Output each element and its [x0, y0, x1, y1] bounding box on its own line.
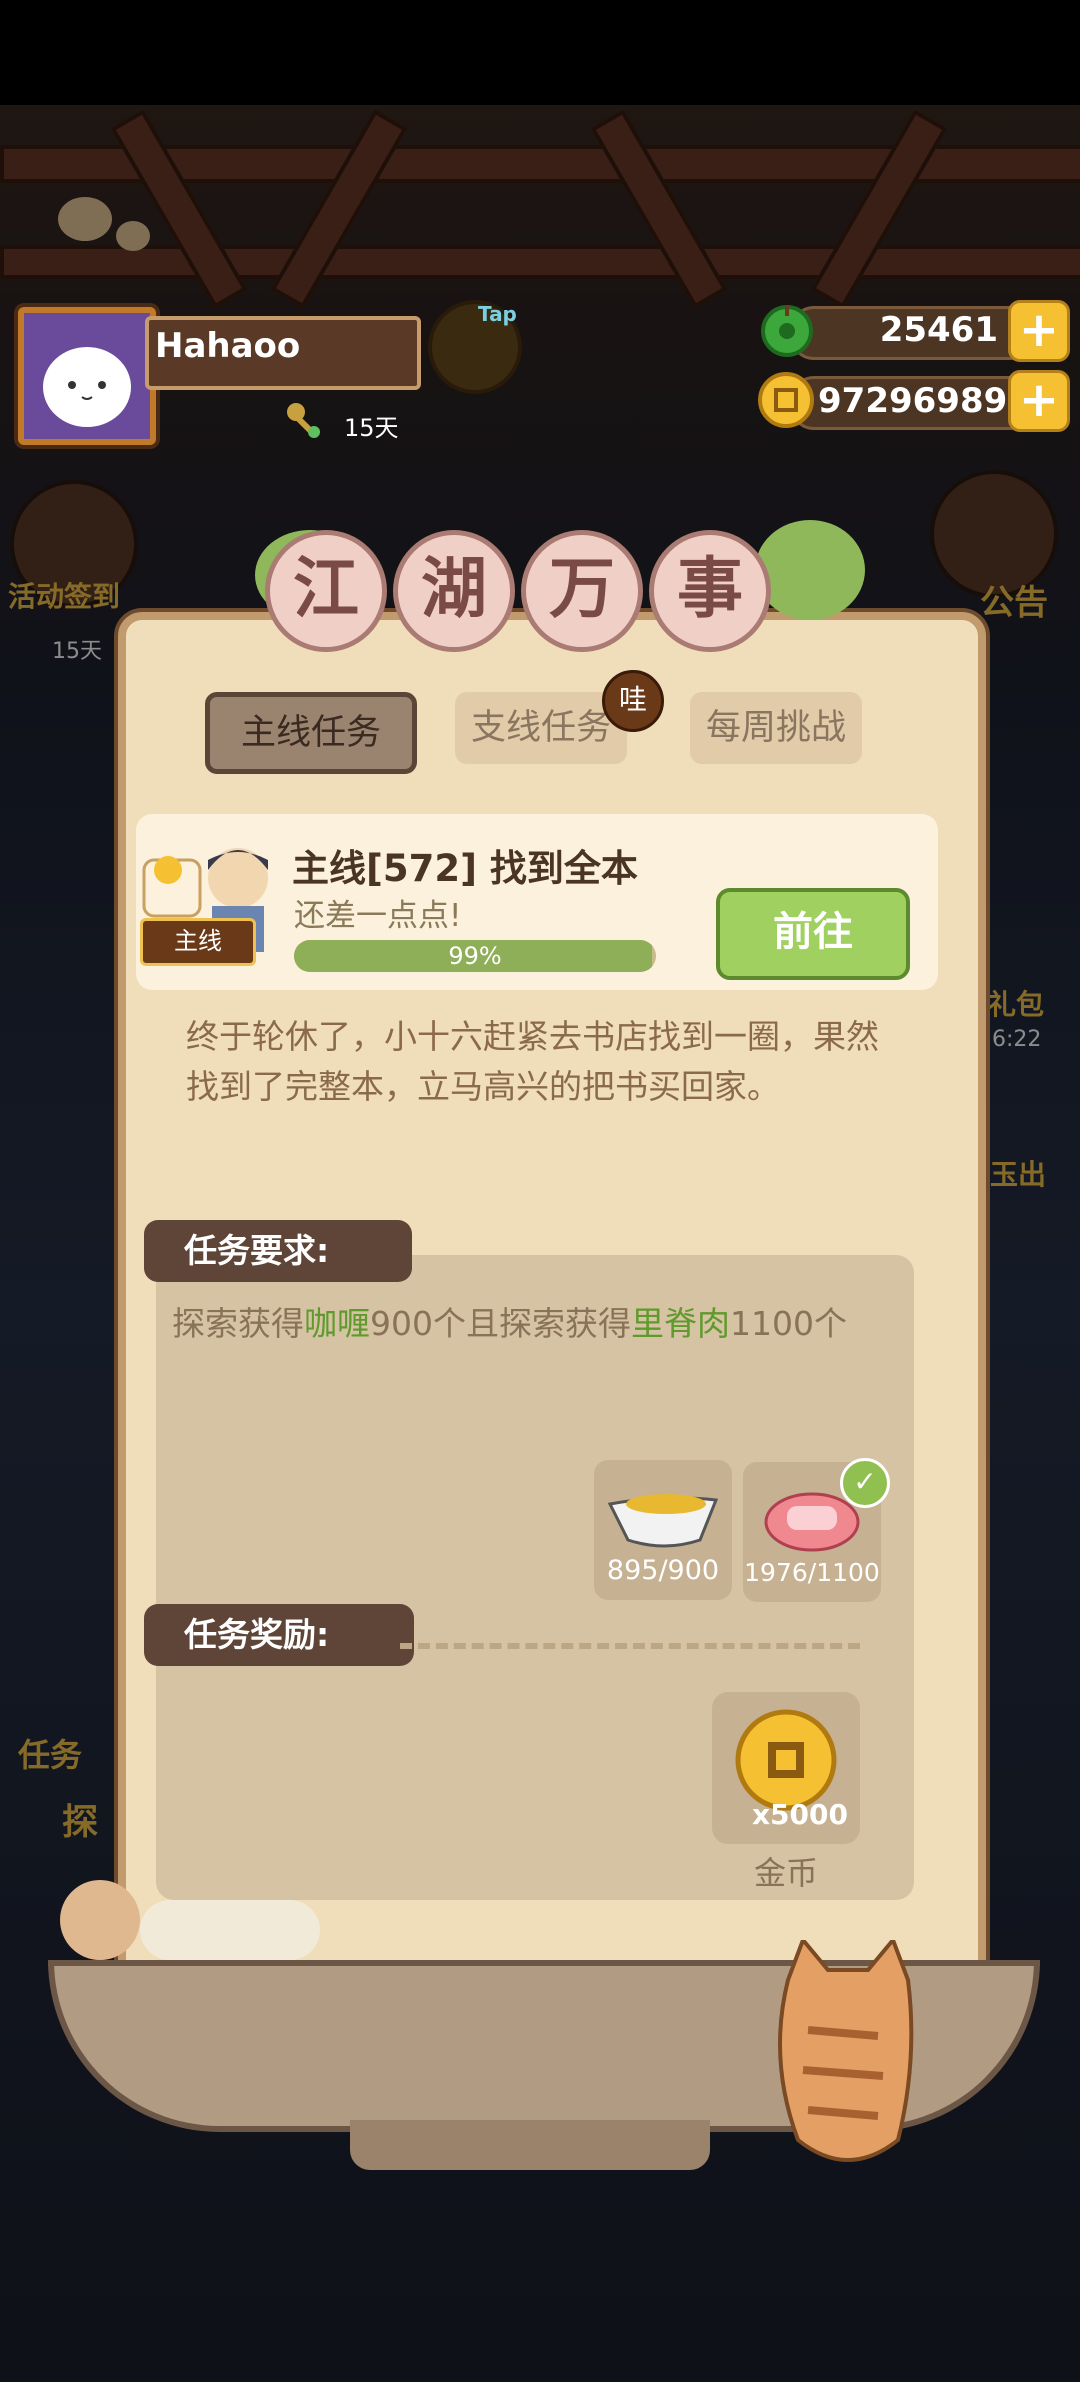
add-jade-button[interactable]: + — [1008, 300, 1070, 362]
jade-count: 25461 — [879, 310, 998, 350]
food-decoration — [60, 1880, 140, 1960]
cat-decoration — [748, 1936, 938, 2180]
player-name: Hahaoo — [155, 326, 301, 366]
jade-icon — [758, 300, 816, 358]
req-text-part: 1100个 — [730, 1304, 847, 1343]
bowl-base — [350, 2120, 710, 2170]
title-char: 湖 — [393, 530, 515, 652]
player-avatar[interactable] — [18, 307, 156, 445]
coin-count: 97296989 — [818, 381, 1008, 421]
vegetable-decoration — [755, 520, 865, 620]
add-coin-button[interactable]: + — [1008, 370, 1070, 432]
title-char: 江 — [265, 530, 387, 652]
req-text-part: 900个且探索获得 — [370, 1304, 631, 1343]
requirements-text: 探索获得咖喱900个且探索获得里脊肉1100个 — [172, 1297, 847, 1345]
cat-avatar-icon — [24, 313, 150, 439]
branch-notification-badge: 哇 — [602, 670, 664, 732]
quest-subtitle: 还差一点点! — [294, 898, 462, 934]
reward-amount: x5000 — [752, 1798, 848, 1831]
login-days: 15天 — [344, 414, 399, 442]
title-char: 事 — [649, 530, 771, 652]
go-button[interactable]: 前往 — [716, 888, 910, 980]
key-icon — [284, 400, 324, 440]
req-item-tenderloin: 里脊肉 — [631, 1304, 730, 1343]
panel-title: 江 湖 万 事 — [265, 520, 771, 660]
curry-gravy-boat-icon — [607, 1494, 719, 1548]
tab-weekly-challenge[interactable]: 每周挑战 — [690, 692, 862, 764]
req-item-curry: 咖喱 — [304, 1304, 370, 1343]
tenderloin-count: 1976/1100 — [744, 1558, 880, 1587]
requirements-header: 任务要求: — [144, 1220, 412, 1282]
coin-icon — [756, 370, 816, 430]
complete-check-icon: ✓ — [840, 1458, 890, 1508]
title-char: 万 — [521, 530, 643, 652]
quest-progress-text: 99% — [448, 942, 502, 970]
quest-description: 终于轮休了，小十六赶紧去书店找到一圈，果然找到了完整本，立马高兴的把书买回家。 — [186, 1017, 879, 1106]
tap-badge: Tap — [478, 302, 517, 326]
rewards-header: 任务奖励: — [144, 1604, 414, 1666]
quest-main-tag: 主线 — [140, 918, 256, 966]
section-divider — [400, 1643, 860, 1649]
gold-coin-icon — [735, 1709, 837, 1811]
status-bar — [0, 0, 1080, 105]
food-decoration — [140, 1900, 320, 1960]
tab-main-quest[interactable]: 主线任务 — [205, 692, 417, 774]
reward-label: 金币 — [753, 1854, 818, 1892]
quest-title: 主线[572] 找到全本 — [292, 847, 638, 890]
req-text-part: 探索获得 — [172, 1304, 304, 1343]
curry-count: 895/900 — [606, 1555, 720, 1586]
